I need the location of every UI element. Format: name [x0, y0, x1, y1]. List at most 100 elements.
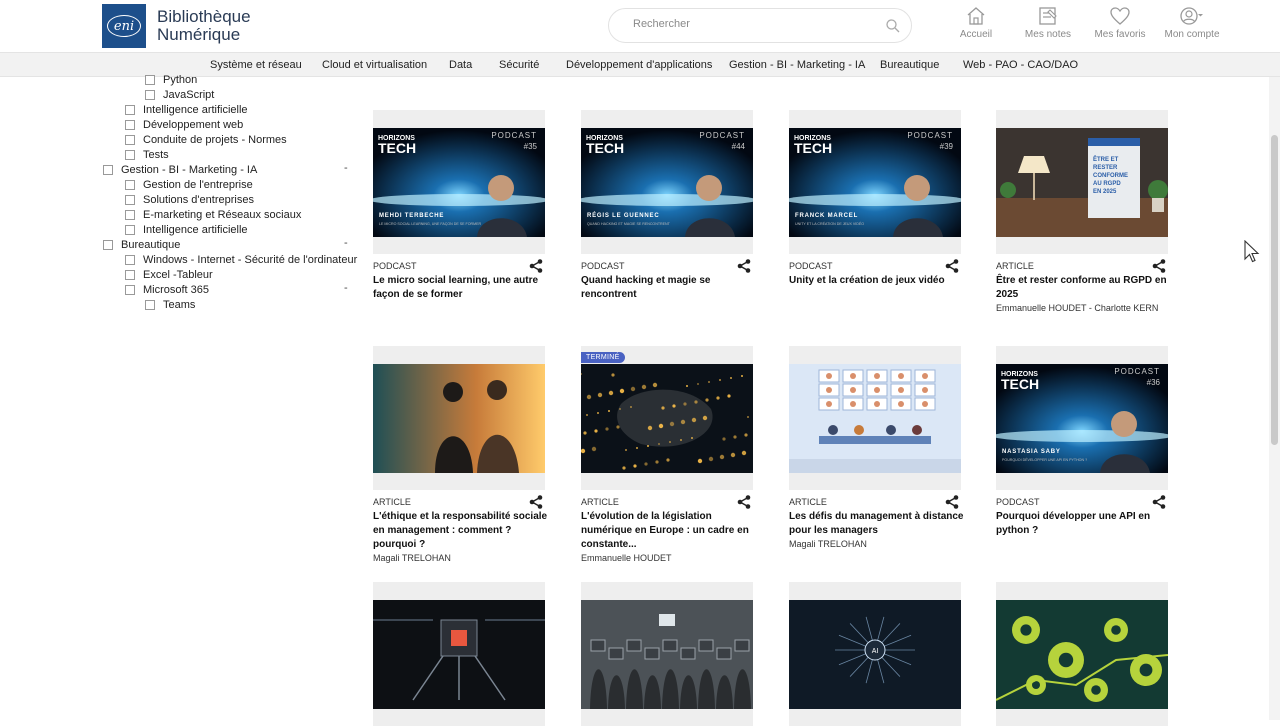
- nav-mes-favoris[interactable]: Mes favoris: [1084, 6, 1156, 40]
- share-icon[interactable]: [945, 495, 959, 509]
- content-card[interactable]: AI: [789, 582, 961, 726]
- card-thumbnail[interactable]: HORIZONS TECH PODCAST #36 NASTASIA SABY …: [996, 346, 1168, 490]
- filter-checkbox[interactable]: [145, 299, 155, 310]
- card-title[interactable]: Le micro social learning, une autre faço…: [373, 274, 549, 302]
- search-icon[interactable]: [885, 18, 901, 34]
- filter-checkbox[interactable]: [125, 284, 135, 295]
- content-card[interactable]: [373, 582, 545, 726]
- nav-accueil[interactable]: Accueil: [940, 6, 1012, 40]
- card-title[interactable]: Les défis du management à distance pour …: [789, 510, 965, 538]
- filter-item[interactable]: Intelligence artificielle: [125, 222, 248, 237]
- collapse-toggle[interactable]: -: [344, 237, 348, 249]
- card-type: PODCAST: [373, 261, 417, 271]
- content-card[interactable]: ARTICLE Les défis du management à distanc…: [789, 346, 964, 549]
- filter-checkbox[interactable]: [125, 269, 135, 280]
- svg-text:#35: #35: [524, 142, 538, 151]
- card-thumbnail[interactable]: [996, 582, 1168, 726]
- home-icon: [967, 7, 985, 25]
- filter-item[interactable]: Conduite de projets - Normes: [125, 132, 287, 147]
- brand-line-1: Bibliothèque: [157, 7, 251, 26]
- category-systeme-reseau[interactable]: Système et réseau: [210, 59, 302, 71]
- card-thumbnail[interactable]: [581, 582, 753, 726]
- card-title[interactable]: Être et rester conforme au RGPD en 2025: [996, 274, 1172, 302]
- filter-item[interactable]: E-marketing et Réseaux sociaux: [125, 207, 301, 222]
- filter-item[interactable]: Développement web: [125, 117, 243, 132]
- category-developpement[interactable]: Développement d'applications: [566, 59, 712, 71]
- filter-checkbox[interactable]: [145, 74, 155, 85]
- filter-item[interactable]: JavaScript: [145, 87, 214, 102]
- filter-checkbox[interactable]: [125, 149, 135, 160]
- filter-item[interactable]: Tests: [125, 147, 169, 162]
- svg-text:PODCAST: PODCAST: [699, 131, 745, 140]
- filter-checkbox[interactable]: [103, 239, 113, 250]
- card-title[interactable]: Quand hacking et magie se rencontrent: [581, 274, 757, 302]
- scrollbar-thumb[interactable]: [1271, 135, 1278, 445]
- card-thumbnail[interactable]: HORIZONS TECH PODCAST #44 RÉGIS LE GUENN…: [581, 110, 753, 254]
- scrollbar[interactable]: [1269, 77, 1280, 720]
- filter-item[interactable]: Intelligence artificielle: [125, 102, 248, 117]
- brand-title[interactable]: Bibliothèque Numérique: [157, 8, 251, 44]
- filter-item[interactable]: Excel -Tableur: [125, 267, 213, 282]
- category-web-pao[interactable]: Web - PAO - CAO/DAO: [963, 59, 1078, 71]
- filter-checkbox[interactable]: [145, 89, 155, 100]
- card-thumbnail[interactable]: ÊTRE ET RESTER CONFORME AU RGPD EN 2025: [996, 110, 1168, 254]
- nav-mes-notes[interactable]: Mes notes: [1012, 6, 1084, 40]
- filter-item-label: JavaScript: [163, 88, 215, 101]
- content-card[interactable]: HORIZONS TECH PODCAST #39 FRANCK MARCEL …: [789, 110, 961, 286]
- share-icon[interactable]: [1152, 259, 1166, 273]
- filter-checkbox[interactable]: [125, 134, 135, 145]
- filter-checkbox[interactable]: [125, 194, 135, 205]
- filter-checkbox[interactable]: [103, 164, 113, 175]
- content-card[interactable]: [996, 582, 1168, 726]
- content-card[interactable]: HORIZONS TECH PODCAST #44 RÉGIS LE GUENN…: [581, 110, 753, 300]
- card-thumbnail[interactable]: HORIZONS TECH PODCAST #39 FRANCK MARCEL …: [789, 110, 961, 254]
- card-title[interactable]: L'éthique et la responsabilité sociale e…: [373, 510, 549, 552]
- card-type: ARTICLE: [373, 497, 411, 507]
- share-icon[interactable]: [737, 259, 751, 273]
- content-card[interactable]: TERMINÉ ARTICLE L'évolution de la législat…: [581, 346, 753, 563]
- card-title[interactable]: L'évolution de la législation numérique …: [581, 510, 757, 552]
- content-card[interactable]: [581, 582, 753, 726]
- category-cloud[interactable]: Cloud et virtualisation: [322, 59, 427, 71]
- card-title[interactable]: Unity et la création de jeux vidéo: [789, 274, 965, 288]
- filter-item[interactable]: Gestion de l'entreprise: [125, 177, 253, 192]
- eni-logo[interactable]: eni: [102, 4, 146, 48]
- share-icon[interactable]: [737, 495, 751, 509]
- filter-checkbox[interactable]: [125, 119, 135, 130]
- card-thumbnail[interactable]: [373, 346, 545, 490]
- card-thumbnail[interactable]: TERMINÉ: [581, 346, 753, 490]
- content-card[interactable]: HORIZONS TECH PODCAST #36 NASTASIA SABY …: [996, 346, 1168, 536]
- category-securite[interactable]: Sécurité: [499, 59, 539, 71]
- content-card[interactable]: ÊTRE ET RESTER CONFORME AU RGPD EN 2025 …: [996, 110, 1168, 313]
- share-icon[interactable]: [529, 259, 543, 273]
- card-thumbnail[interactable]: [373, 582, 545, 726]
- collapse-toggle[interactable]: -: [344, 162, 348, 174]
- filter-checkbox[interactable]: [125, 254, 135, 265]
- filter-item[interactable]: Python: [145, 72, 197, 87]
- filter-item[interactable]: Gestion - BI - Marketing - IA: [103, 162, 257, 177]
- share-icon[interactable]: [1152, 495, 1166, 509]
- filter-item[interactable]: Solutions d'entreprises: [125, 192, 254, 207]
- search-input[interactable]: [633, 18, 873, 30]
- nav-mon-compte[interactable]: Mon compte: [1156, 6, 1228, 40]
- share-icon[interactable]: [945, 259, 959, 273]
- category-data[interactable]: Data: [449, 59, 472, 71]
- card-thumbnail[interactable]: [789, 346, 961, 490]
- filter-item[interactable]: Microsoft 365: [125, 282, 209, 297]
- collapse-toggle[interactable]: -: [344, 282, 348, 294]
- share-icon[interactable]: [529, 495, 543, 509]
- card-title[interactable]: Pourquoi développer une API en python ?: [996, 510, 1172, 538]
- content-card[interactable]: HORIZONS TECH PODCAST #35 MEHDI TERBECHE…: [373, 110, 545, 300]
- filter-checkbox[interactable]: [125, 104, 135, 115]
- filter-checkbox[interactable]: [125, 179, 135, 190]
- category-gestion[interactable]: Gestion - BI - Marketing - IA: [729, 59, 865, 71]
- filter-checkbox[interactable]: [125, 209, 135, 220]
- card-thumbnail[interactable]: AI: [789, 582, 961, 726]
- filter-item[interactable]: Windows - Internet - Sécurité de l'ordin…: [125, 252, 357, 267]
- filter-item[interactable]: Teams: [145, 297, 195, 312]
- category-bureautique[interactable]: Bureautique: [880, 59, 939, 71]
- filter-item[interactable]: Bureautique: [103, 237, 180, 252]
- card-thumbnail[interactable]: HORIZONS TECH PODCAST #35 MEHDI TERBECHE…: [373, 110, 545, 254]
- content-card[interactable]: ARTICLE L'éthique et la responsabilité so…: [373, 346, 547, 563]
- filter-checkbox[interactable]: [125, 224, 135, 235]
